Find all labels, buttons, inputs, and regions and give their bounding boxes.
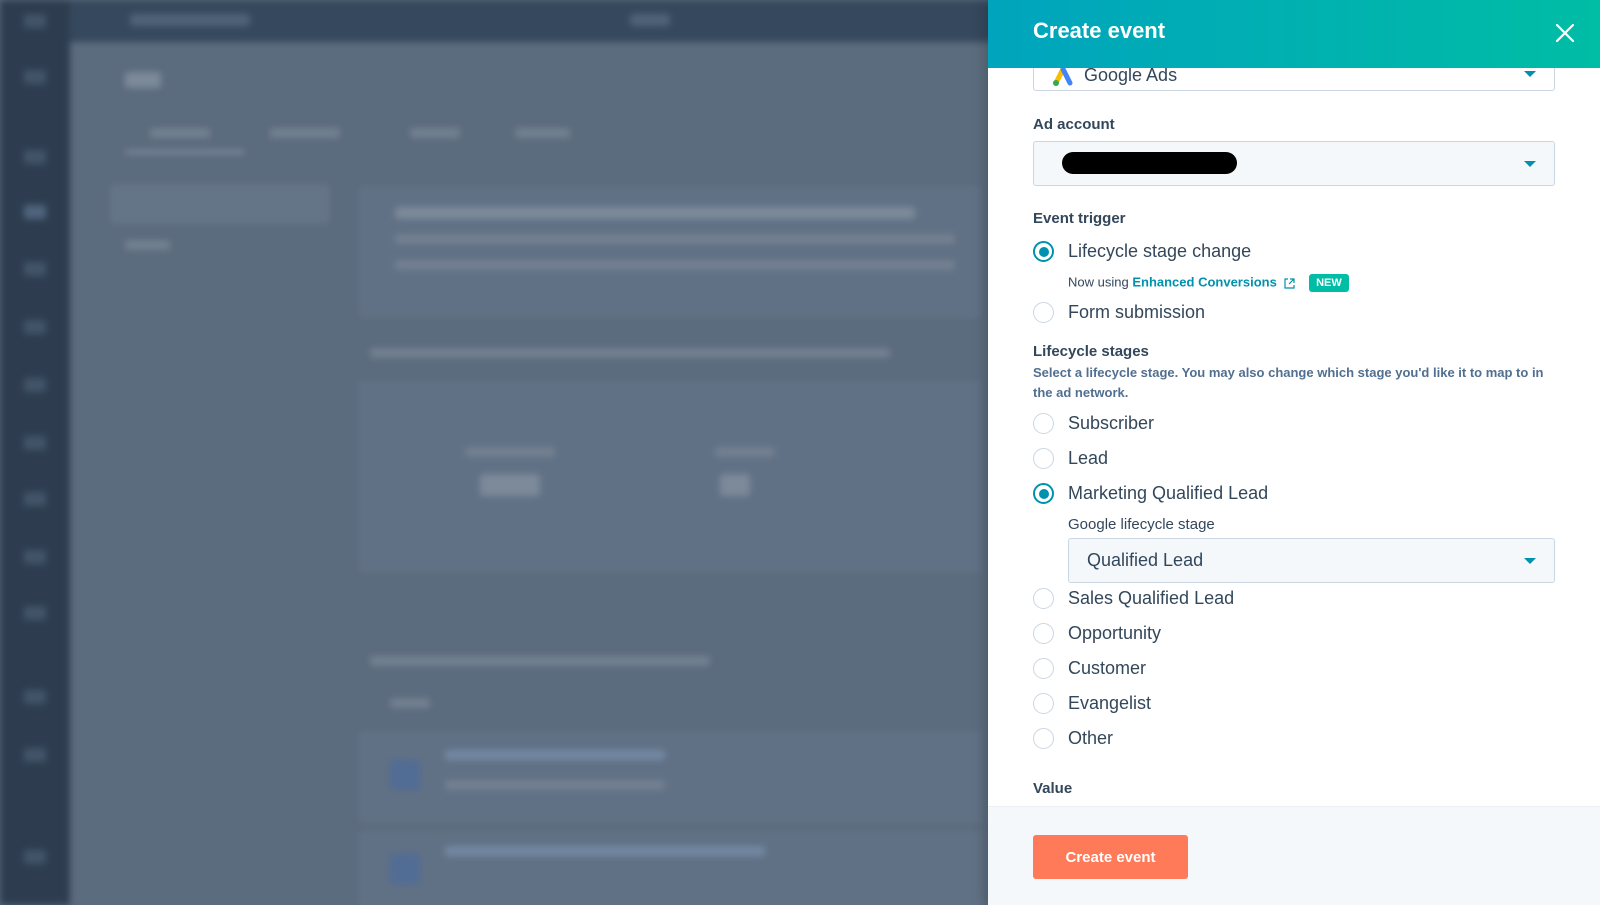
ad-network-select[interactable]: Google Ads <box>1033 68 1555 91</box>
radio-label: Lead <box>1068 448 1109 468</box>
ad-account-label: Ad account <box>1033 116 1115 133</box>
ad-network-value: Google Ads <box>1084 68 1178 85</box>
google-stage-value: Qualified Lead <box>1087 550 1204 570</box>
radio-button[interactable] <box>1033 448 1054 469</box>
radio-button[interactable] <box>1033 302 1054 323</box>
radio-button[interactable] <box>1033 588 1054 609</box>
radio-label: Other <box>1068 728 1114 748</box>
radio-button[interactable] <box>1033 413 1054 434</box>
new-badge: NEW <box>1309 274 1349 292</box>
radio-button[interactable] <box>1033 241 1054 262</box>
external-link-icon <box>1284 277 1296 289</box>
enhanced-prefix: Now using <box>1068 274 1129 290</box>
google-ads-icon <box>1052 68 1074 92</box>
radio-label: Marketing Qualified Lead <box>1068 483 1269 503</box>
chevron-down-icon <box>1524 71 1536 77</box>
radio-button[interactable] <box>1033 658 1054 679</box>
panel-body[interactable]: Google Ads Ad account Event trigger Life… <box>988 68 1600 806</box>
chevron-down-icon <box>1524 161 1536 167</box>
close-icon <box>1555 23 1575 43</box>
enhanced-conversions-note: Now using Enhanced Conversions NEW <box>1068 274 1349 292</box>
create-event-panel: Create event Google Ads Ad account Event… <box>988 0 1600 905</box>
close-button[interactable] <box>1550 18 1580 48</box>
enhanced-conversions-link[interactable]: Enhanced Conversions <box>1132 274 1276 289</box>
lifecycle-stages-label: Lifecycle stages <box>1033 343 1149 360</box>
ad-account-select[interactable] <box>1033 141 1555 186</box>
event-trigger-label: Event trigger <box>1033 210 1126 227</box>
radio-label: Sales Qualified Lead <box>1068 588 1235 608</box>
google-stage-label: Google lifecycle stage <box>1068 516 1215 533</box>
radio-button[interactable] <box>1033 483 1054 504</box>
lifecycle-helper-text: Select a lifecycle stage. You may also c… <box>1033 365 1544 400</box>
radio-button[interactable] <box>1033 693 1054 714</box>
radio-label: Form submission <box>1068 302 1206 322</box>
radio-label: Evangelist <box>1068 693 1152 713</box>
radio-label: Lifecycle stage change <box>1068 241 1252 261</box>
google-stage-select[interactable]: Qualified Lead <box>1068 538 1555 583</box>
radio-label: Subscriber <box>1068 413 1155 433</box>
redacted-account <box>1062 152 1237 174</box>
radio-button[interactable] <box>1033 728 1054 749</box>
radio-label: Customer <box>1068 658 1147 678</box>
panel-title: Create event <box>1033 18 1166 43</box>
radio-button[interactable] <box>1033 623 1054 644</box>
value-label: Value <box>1033 780 1073 797</box>
create-event-button[interactable]: Create event <box>1033 835 1188 879</box>
panel-footer: Create event <box>988 806 1600 905</box>
panel-header: Create event <box>988 0 1600 68</box>
radio-label: Opportunity <box>1068 623 1162 643</box>
chevron-down-icon <box>1524 558 1536 564</box>
